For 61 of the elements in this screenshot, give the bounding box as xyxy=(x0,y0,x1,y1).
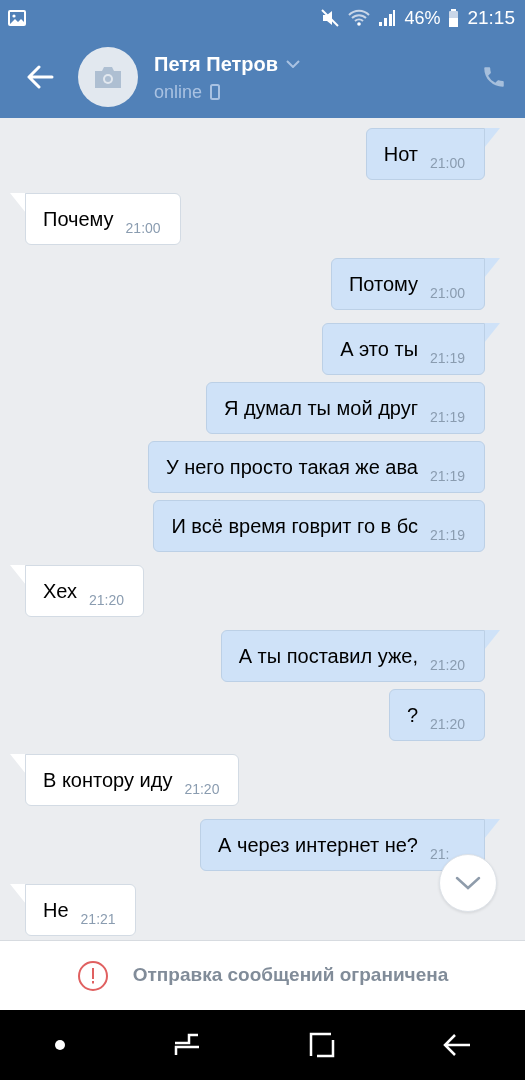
mute-icon xyxy=(320,9,341,27)
message-bubble[interactable]: Потому 21:00 xyxy=(330,258,485,310)
message-bubble[interactable]: А через интернет не? 21: xyxy=(200,819,485,871)
notice-text: Отправка сообщений ограничена xyxy=(132,963,449,988)
message-text: А ты поставил уже, xyxy=(238,644,418,669)
call-icon[interactable] xyxy=(481,64,507,90)
message-time: 21:21 xyxy=(80,911,117,927)
message-bubble[interactable]: В контору иду 21:20 xyxy=(25,754,240,806)
message-text: Потому xyxy=(348,272,418,297)
message-time: 21:20 xyxy=(430,657,467,673)
message-text: А через интернет не? xyxy=(218,833,418,858)
online-status: online xyxy=(154,80,203,104)
back-icon[interactable] xyxy=(442,1033,471,1057)
chevron-down-icon xyxy=(455,876,481,890)
message-time: 21:00 xyxy=(430,155,467,171)
message-text: В контору иду xyxy=(43,768,173,793)
dot-icon[interactable] xyxy=(54,1039,67,1051)
message-text: Я думал ты мой друг xyxy=(223,396,418,421)
avatar[interactable] xyxy=(78,47,138,107)
message-bubble[interactable]: Я думал ты мой друг 21:19 xyxy=(205,382,485,434)
image-icon xyxy=(8,10,26,26)
message-text: ? xyxy=(406,703,418,728)
home-icon[interactable] xyxy=(308,1032,335,1058)
message-time: 21:19 xyxy=(430,527,467,543)
message-bubble[interactable]: Хех 21:20 xyxy=(25,565,145,617)
message-time: 21: xyxy=(430,846,451,862)
message-time: 21:20 xyxy=(430,716,467,732)
back-arrow-icon[interactable] xyxy=(26,65,54,89)
clock-time: 21:15 xyxy=(467,5,515,30)
message-bubble[interactable]: А ты поставил уже, 21:20 xyxy=(220,630,485,682)
wifi-icon xyxy=(348,9,371,27)
message-bubble[interactable]: ? 21:20 xyxy=(388,689,485,741)
message-bubble[interactable]: У него просто такая же ава 21:19 xyxy=(147,441,485,493)
message-text: И всё время говрит го в бс xyxy=(171,514,418,539)
message-bubble[interactable]: А это ты 21:19 xyxy=(322,323,485,375)
message-time: 21:19 xyxy=(430,409,467,425)
message-text: Почему xyxy=(43,207,114,232)
message-bubble[interactable]: Почему 21:00 xyxy=(25,193,181,245)
camera-icon xyxy=(93,65,123,89)
message-text: А это ты xyxy=(340,337,418,362)
message-text: Нот xyxy=(383,142,418,167)
message-time: 21:00 xyxy=(430,285,467,301)
message-time: 21:20 xyxy=(89,592,126,608)
battery-percent: 46% xyxy=(404,6,441,30)
message-text: У него просто такая же ава xyxy=(165,455,418,480)
message-bubble[interactable]: Не 21:21 xyxy=(25,884,136,936)
recent-apps-icon[interactable] xyxy=(174,1033,201,1057)
message-bubble[interactable]: Нот 21:00 xyxy=(365,128,485,180)
warning-icon xyxy=(76,959,109,992)
message-time: 21:00 xyxy=(125,220,162,236)
message-text: Хех xyxy=(43,579,78,604)
chevron-down-icon[interactable] xyxy=(286,59,300,68)
signal-icon xyxy=(378,9,397,27)
contact-name[interactable]: Петя Петров xyxy=(154,48,278,79)
message-bubble[interactable]: И всё время говрит го в бс 21:19 xyxy=(153,500,485,552)
message-time: 21:19 xyxy=(430,350,467,366)
battery-icon xyxy=(448,9,460,27)
message-text: Не xyxy=(43,898,69,923)
message-time: 21:19 xyxy=(430,468,467,484)
message-time: 21:20 xyxy=(184,781,221,797)
phone-device-icon xyxy=(210,84,221,100)
